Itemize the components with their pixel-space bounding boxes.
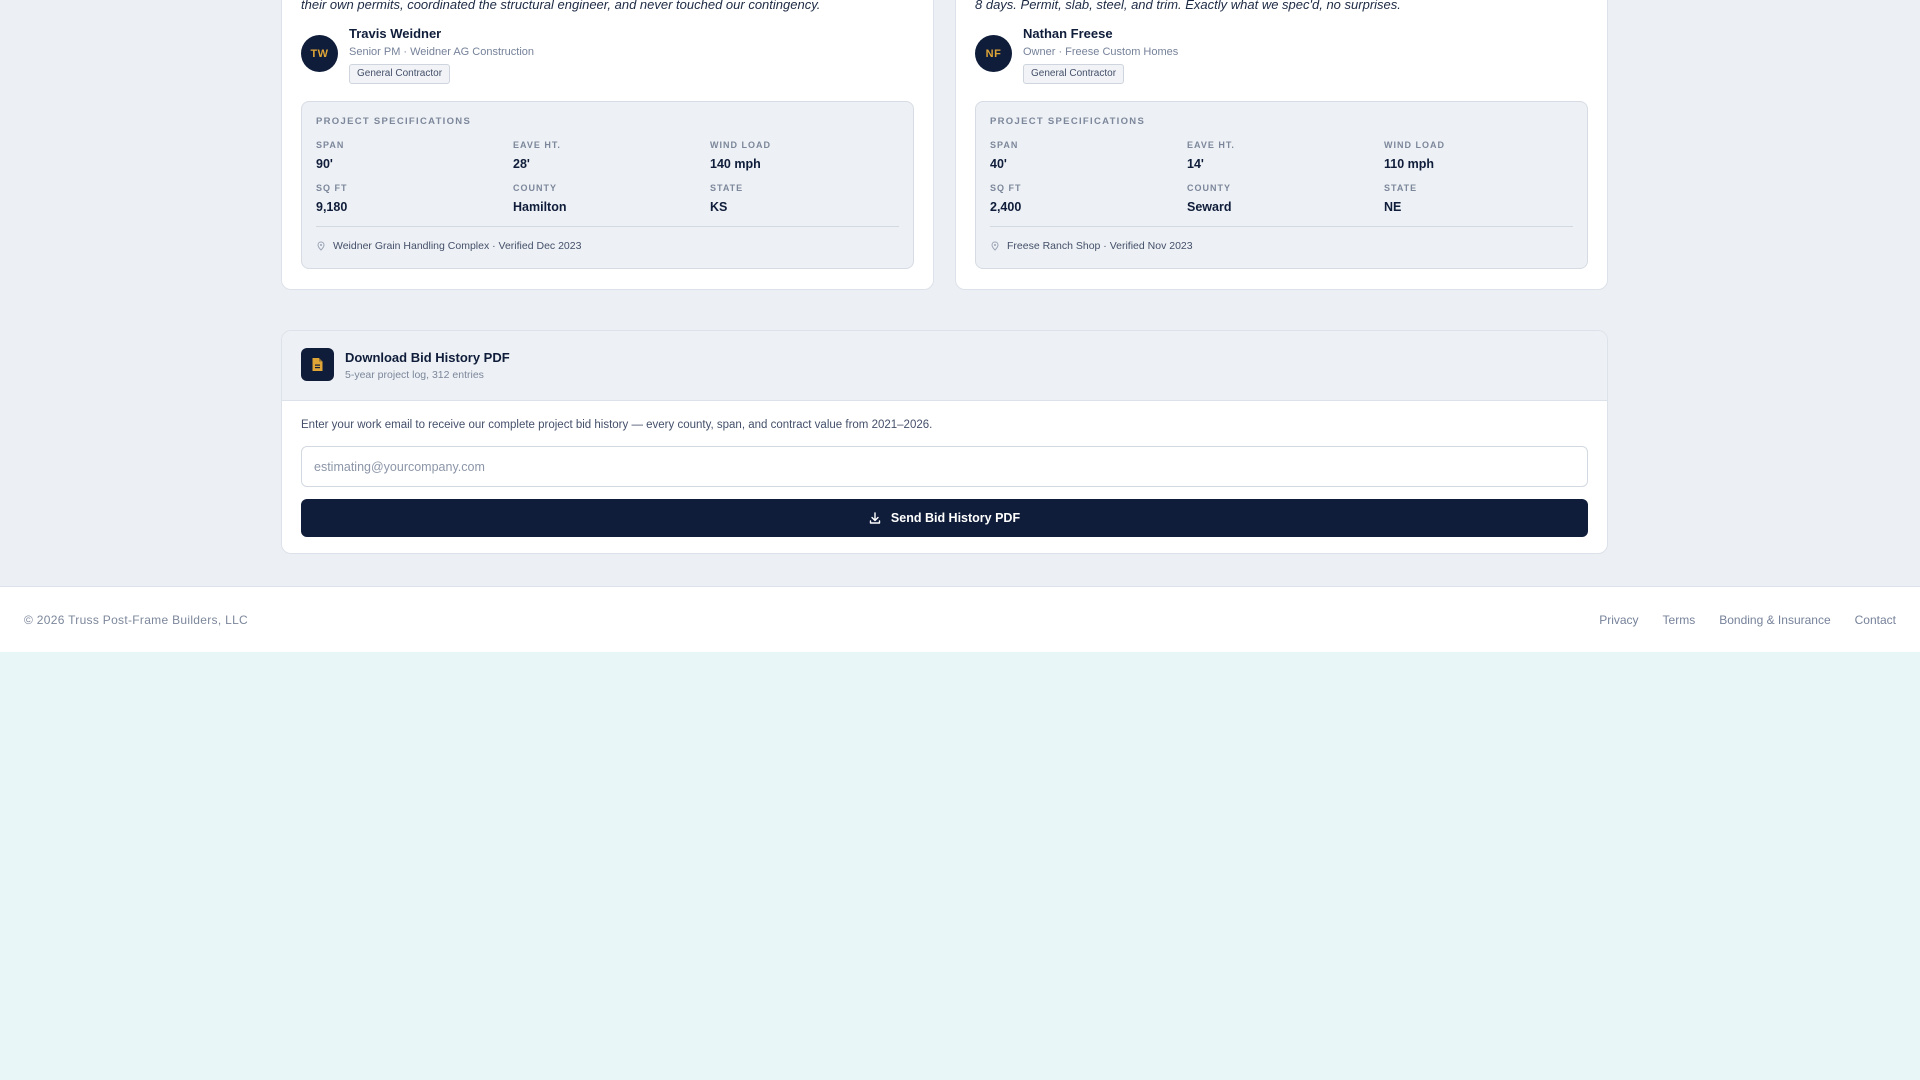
spec-label: COUNTY bbox=[513, 183, 557, 193]
spec-value: 110 mph bbox=[1384, 157, 1435, 171]
download-icon bbox=[869, 512, 881, 524]
role-tag: General Contractor bbox=[1023, 64, 1125, 84]
author-role: Owner · Freese Custom Homes bbox=[1023, 46, 1179, 58]
author-name: Nathan Freese bbox=[1023, 26, 1113, 41]
spec-eave-height: EAVE HT. 14' bbox=[1187, 140, 1235, 171]
file-icon bbox=[301, 348, 334, 381]
spec-label: SPAN bbox=[316, 140, 345, 150]
download-subtitle: 5-year project log, 312 entries bbox=[345, 369, 484, 381]
specs-title: PROJECT SPECIFICATIONS bbox=[990, 116, 1146, 127]
testimonial-quote: their own permits, coordinated the struc… bbox=[301, 0, 821, 12]
spec-wind-load: WIND LOAD 110 mph bbox=[1384, 140, 1445, 171]
download-title: Download Bid History PDF bbox=[345, 350, 510, 365]
download-bid-history-panel: Download Bid History PDF 5-year project … bbox=[281, 330, 1608, 554]
spec-value: 9,180 bbox=[316, 200, 348, 214]
verified-project: Freese Ranch Shop · Verified Nov 2023 bbox=[990, 240, 1193, 252]
footer-link-contact[interactable]: Contact bbox=[1855, 613, 1896, 627]
role-tag: General Contractor bbox=[349, 64, 451, 84]
email-field[interactable] bbox=[301, 446, 1588, 487]
footer: © 2026 Truss Post-Frame Builders, LLC Pr… bbox=[0, 586, 1920, 652]
download-description: Enter your work email to receive our com… bbox=[301, 419, 933, 431]
verified-text: Weidner Grain Handling Complex · Verifie… bbox=[333, 240, 582, 252]
spec-value: 140 mph bbox=[710, 157, 761, 171]
location-pin-icon bbox=[317, 241, 325, 251]
spec-value: 90' bbox=[316, 157, 333, 171]
verified-project: Weidner Grain Handling Complex · Verifie… bbox=[316, 240, 581, 252]
testimonial-card: 8 days. Permit, slab, steel, and trim. E… bbox=[955, 0, 1608, 290]
spec-sq-ft: SQ FT 2,400 bbox=[990, 183, 1022, 214]
send-bid-history-button[interactable]: Send Bid History PDF bbox=[301, 499, 1588, 537]
footer-links: Privacy Terms Bonding & Insurance Contac… bbox=[1599, 613, 1896, 627]
spec-label: COUNTY bbox=[1187, 183, 1231, 193]
footer-link-privacy[interactable]: Privacy bbox=[1599, 613, 1638, 627]
spec-sq-ft: SQ FT 9,180 bbox=[316, 183, 348, 214]
footer-link-bonding-insurance[interactable]: Bonding & Insurance bbox=[1719, 613, 1830, 627]
specs-title: PROJECT SPECIFICATIONS bbox=[316, 116, 472, 127]
testimonial-author: TW Travis Weidner Senior PM · Weidner AG… bbox=[301, 26, 901, 86]
spec-value: 14' bbox=[1187, 157, 1204, 171]
spec-value: 40' bbox=[990, 157, 1007, 171]
spec-label: SQ FT bbox=[316, 183, 348, 193]
divider bbox=[990, 226, 1573, 227]
copyright: © 2026 Truss Post-Frame Builders, LLC bbox=[24, 613, 249, 627]
spec-label: STATE bbox=[710, 183, 744, 193]
spec-label: EAVE HT. bbox=[513, 140, 561, 150]
avatar: TW bbox=[301, 35, 338, 72]
spec-eave-height: EAVE HT. 28' bbox=[513, 140, 561, 171]
testimonial-author: NF Nathan Freese Owner · Freese Custom H… bbox=[975, 26, 1575, 86]
footer-link-terms[interactable]: Terms bbox=[1663, 613, 1696, 627]
spec-span: SPAN 40' bbox=[990, 140, 1018, 171]
spec-county: COUNTY Hamilton bbox=[513, 183, 566, 214]
avatar: NF bbox=[975, 35, 1012, 72]
spec-value: 2,400 bbox=[990, 200, 1022, 214]
spec-county: COUNTY Seward bbox=[1187, 183, 1231, 214]
spec-wind-load: WIND LOAD 140 mph bbox=[710, 140, 771, 171]
spec-state: STATE NE bbox=[1384, 183, 1417, 214]
spec-label: STATE bbox=[1384, 183, 1418, 193]
spec-label: SPAN bbox=[990, 140, 1019, 150]
download-header: Download Bid History PDF 5-year project … bbox=[282, 331, 1607, 401]
spec-label: WIND LOAD bbox=[1384, 140, 1445, 150]
spec-span: SPAN 90' bbox=[316, 140, 344, 171]
spec-state: STATE KS bbox=[710, 183, 743, 214]
divider bbox=[316, 226, 899, 227]
spec-value: Seward bbox=[1187, 200, 1232, 214]
testimonial-quote: 8 days. Permit, slab, steel, and trim. E… bbox=[975, 0, 1401, 12]
spec-value: Hamilton bbox=[513, 200, 567, 214]
project-specifications: PROJECT SPECIFICATIONS SPAN 90' EAVE HT.… bbox=[301, 101, 914, 269]
location-pin-icon bbox=[991, 241, 999, 251]
spec-value: KS bbox=[710, 200, 728, 214]
verified-text: Freese Ranch Shop · Verified Nov 2023 bbox=[1007, 240, 1193, 252]
spec-label: WIND LOAD bbox=[710, 140, 771, 150]
spec-value: NE bbox=[1384, 200, 1402, 214]
project-specifications: PROJECT SPECIFICATIONS SPAN 40' EAVE HT.… bbox=[975, 101, 1588, 269]
spec-value: 28' bbox=[513, 157, 530, 171]
spec-label: SQ FT bbox=[990, 183, 1022, 193]
button-label: Send Bid History PDF bbox=[890, 511, 1021, 525]
author-role: Senior PM · Weidner AG Construction bbox=[349, 46, 535, 58]
spec-label: EAVE HT. bbox=[1187, 140, 1235, 150]
testimonial-card: their own permits, coordinated the struc… bbox=[281, 0, 934, 290]
author-name: Travis Weidner bbox=[349, 26, 442, 41]
